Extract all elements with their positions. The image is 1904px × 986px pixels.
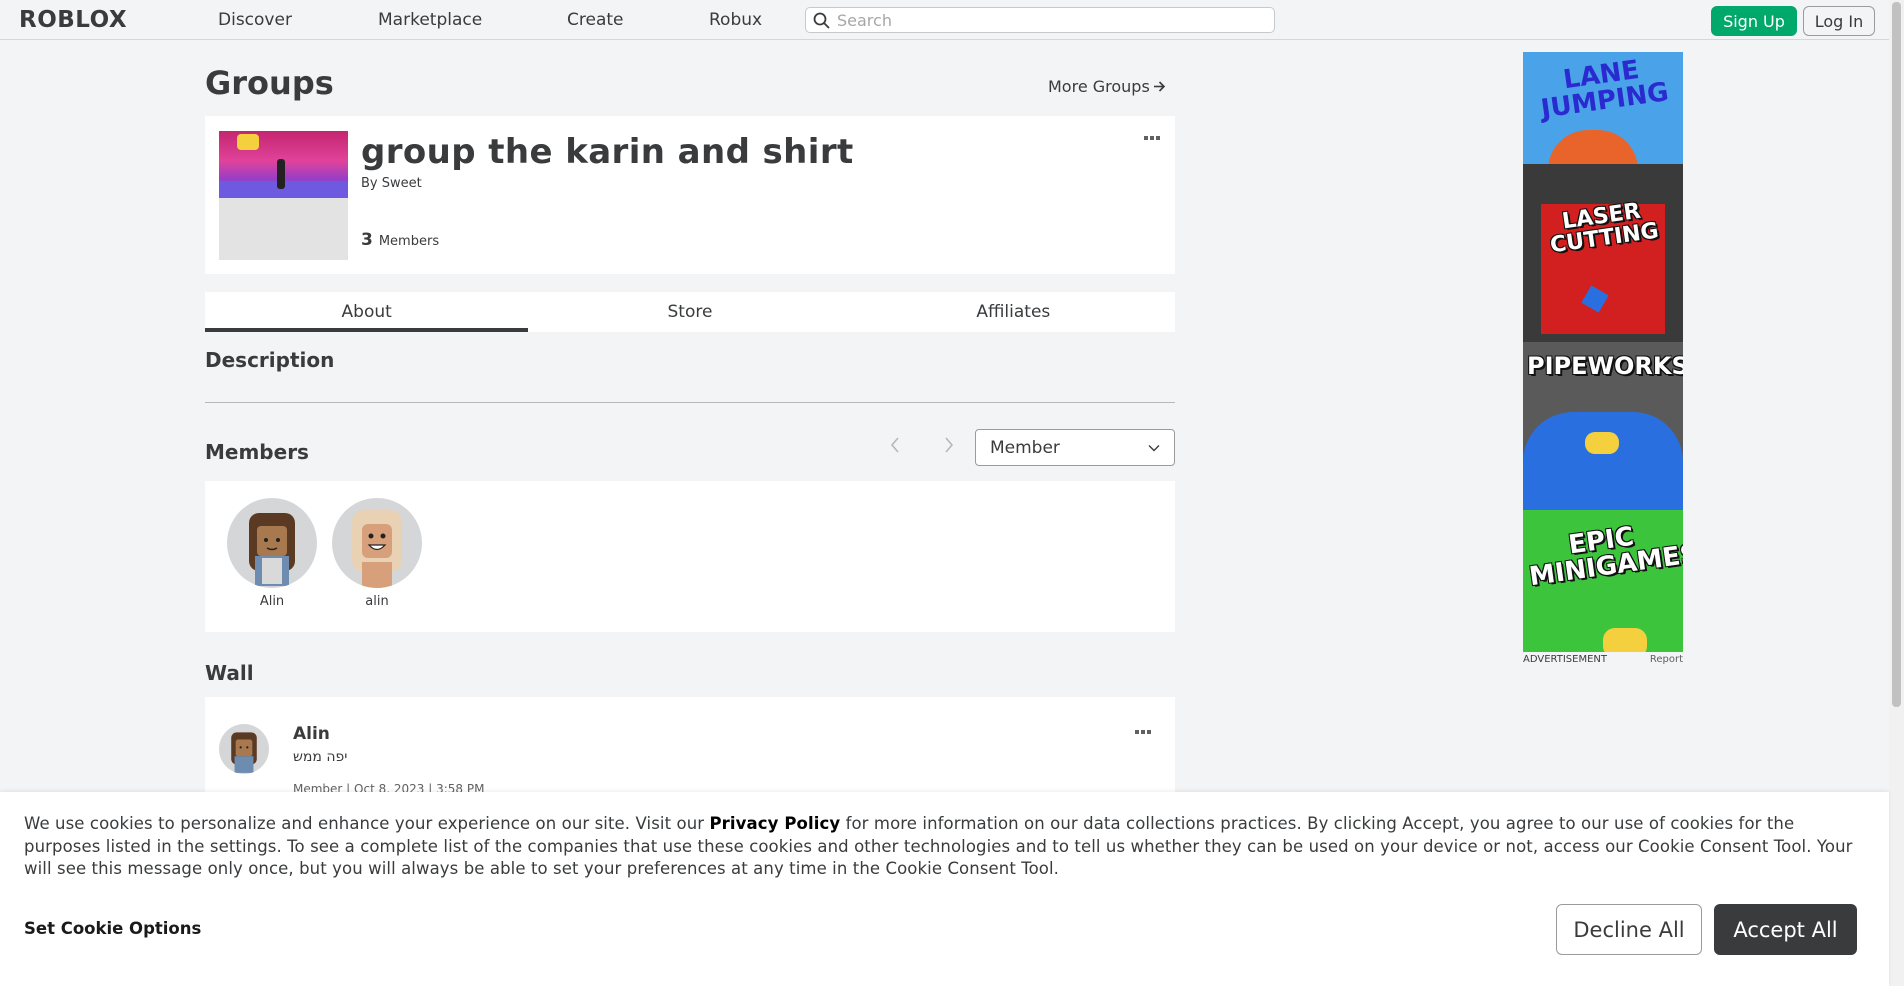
sign-up-button[interactable]: Sign Up — [1711, 6, 1797, 36]
wall-heading: Wall — [205, 661, 254, 685]
post-more-options-icon[interactable] — [1135, 730, 1151, 734]
group-name: group the karin and shirt — [361, 132, 854, 172]
member-count-label: Members — [378, 234, 440, 249]
privacy-policy-link[interactable]: Privacy Policy — [709, 814, 840, 833]
page-title: Groups — [205, 64, 334, 102]
role-dropdown[interactable]: Member — [975, 429, 1175, 466]
search-input[interactable] — [837, 10, 1257, 30]
post-author-name[interactable]: Alin — [293, 724, 330, 744]
roblox-logo-text: ROBLOX — [19, 7, 128, 33]
tab-affiliates[interactable]: Affiliates — [852, 292, 1175, 332]
description-divider — [205, 402, 1175, 403]
group-owner-link[interactable]: Sweet — [382, 176, 422, 191]
member-name: alin — [365, 594, 389, 609]
ad-panel-text: LANE JUMPING — [1539, 54, 1671, 125]
nav-create[interactable]: Create — [567, 10, 624, 30]
avatar — [332, 498, 422, 588]
scrollbar-thumb[interactable] — [1892, 2, 1901, 707]
avatar — [227, 498, 317, 588]
members-list: Alin alin — [205, 481, 1175, 632]
post-author-avatar[interactable] — [219, 724, 269, 774]
member-card[interactable]: alin — [331, 498, 423, 609]
role-dropdown-value: Member — [990, 437, 1060, 458]
decline-all-button[interactable]: Decline All — [1556, 904, 1702, 955]
search-bar — [805, 7, 1275, 33]
top-navigation-bar: ROBLOX Discover Marketplace Create Robux… — [0, 0, 1889, 40]
tab-about[interactable]: About — [205, 292, 529, 332]
member-count-value: 3 — [361, 230, 373, 250]
description-heading: Description — [205, 348, 335, 372]
group-owner-line: By Sweet — [361, 176, 422, 191]
report-ad-link[interactable]: Report — [1650, 654, 1683, 665]
page-scrollbar[interactable] — [1889, 0, 1904, 986]
group-tabs: About Store Affiliates — [205, 292, 1175, 332]
nav-robux[interactable]: Robux — [709, 10, 762, 30]
chevron-left-icon[interactable] — [889, 436, 901, 454]
nav-marketplace[interactable]: Marketplace — [378, 10, 482, 30]
accept-all-button[interactable]: Accept All — [1714, 904, 1857, 955]
chevron-down-icon — [1148, 444, 1160, 451]
roblox-logo[interactable]: ROBLOX — [19, 7, 127, 33]
more-groups-link[interactable]: More Groups — [1048, 77, 1166, 96]
cookie-message: We use cookies to personalize and enhanc… — [24, 813, 1869, 881]
arrow-right-icon — [1153, 81, 1165, 92]
tab-store[interactable]: Store — [528, 292, 851, 332]
group-header-card: group the karin and shirt By Sweet 3 Mem… — [205, 116, 1175, 274]
ad-panel-text: PIPEWORKS — [1527, 352, 1683, 380]
member-card[interactable]: Alin — [226, 498, 318, 609]
chevron-right-icon[interactable] — [943, 436, 955, 454]
group-more-options-icon[interactable] — [1144, 136, 1160, 140]
advertisement-label: ADVERTISEMENT — [1523, 654, 1608, 665]
cookie-text-part: We use cookies to personalize and enhanc… — [24, 814, 710, 833]
ad-footer: ADVERTISEMENT Report — [1523, 654, 1683, 665]
more-groups-label: More Groups — [1048, 77, 1150, 96]
members-heading: Members — [205, 440, 309, 464]
member-name: Alin — [259, 594, 285, 609]
by-label: By — [361, 176, 378, 191]
ad-panel-text: EPIC MINIGAMES — [1527, 521, 1683, 593]
log-in-button[interactable]: Log In — [1803, 6, 1875, 36]
search-icon[interactable] — [813, 12, 830, 29]
post-body: יפה ממש — [293, 749, 348, 765]
group-member-count: 3 Members — [361, 230, 439, 250]
set-cookie-options-link[interactable]: Set Cookie Options — [24, 919, 201, 938]
cookie-consent-banner: We use cookies to personalize and enhanc… — [0, 792, 1889, 986]
advertisement-banner[interactable]: LANE JUMPING LASER CUTTING PIPEWORKS EPI… — [1523, 52, 1683, 652]
nav-discover[interactable]: Discover — [218, 10, 292, 30]
group-emblem — [219, 131, 348, 260]
group-emblem-image — [219, 131, 348, 198]
wall-post: Alin יפה ממש Member | Oct 8, 2023 | 3:58… — [205, 697, 1175, 807]
